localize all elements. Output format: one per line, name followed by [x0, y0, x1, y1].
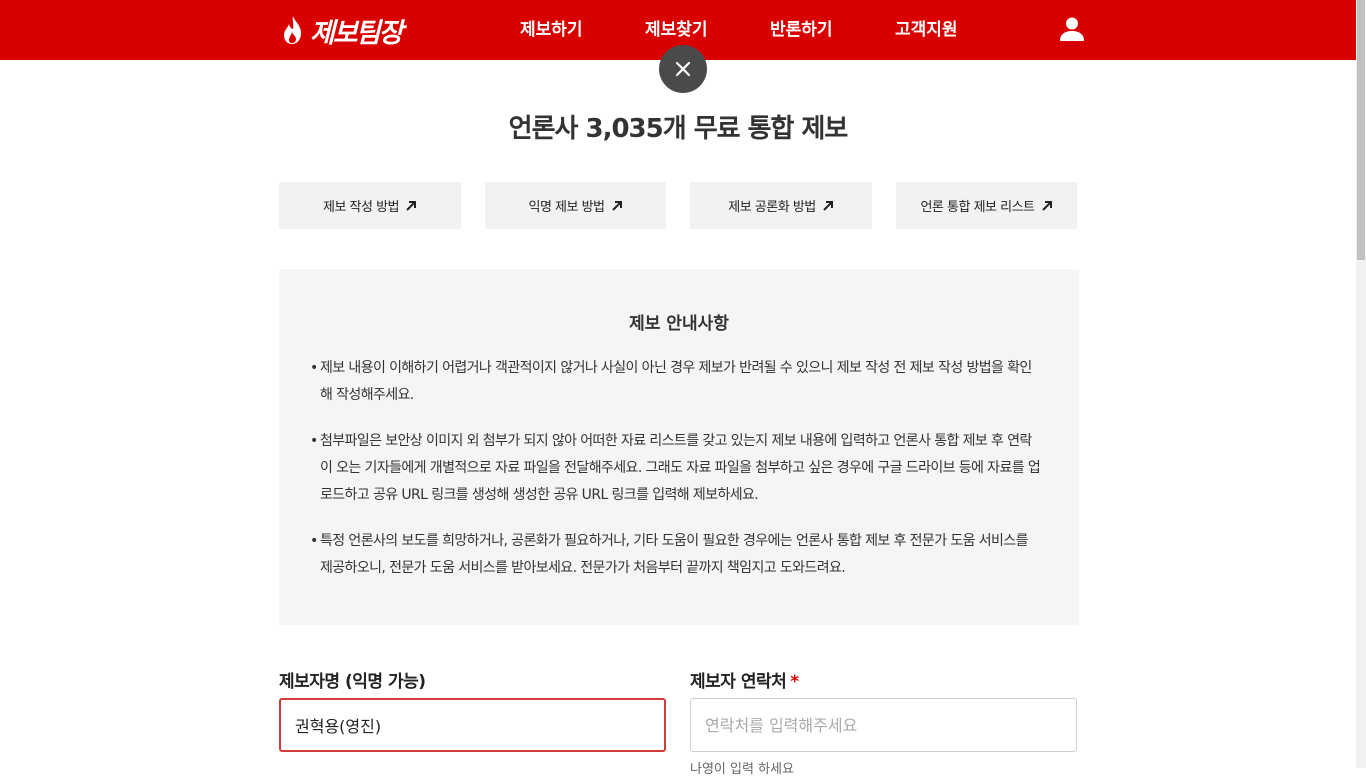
nav-submit-tip[interactable]: 제보하기	[520, 18, 583, 42]
guide-button-media-list[interactable]: 언론 통합 제보 리스트	[896, 182, 1077, 229]
arrow-up-right-icon	[823, 200, 833, 211]
close-icon	[675, 61, 691, 77]
reporter-name-input[interactable]	[279, 698, 666, 752]
guide-button-publicize[interactable]: 제보 공론화 방법	[690, 182, 872, 229]
arrow-up-right-icon	[611, 200, 622, 211]
reporter-contact-input[interactable]	[690, 698, 1077, 752]
required-mark: *	[790, 672, 799, 692]
site-logo[interactable]: 제보팀장	[280, 12, 403, 49]
user-icon[interactable]	[1059, 16, 1085, 42]
flame-icon	[284, 16, 301, 44]
vertical-scrollbar[interactable]	[1356, 0, 1366, 768]
notice-item: 특정 언론사의 보도를 희망하거나, 공론화가 필요하거나, 기타 도움이 필요…	[310, 528, 1041, 582]
notice-box: 제보 안내사항 제보 내용이 이해하기 어렵거나 객관적이지 않거나 사실이 아…	[279, 269, 1079, 625]
guide-button-label: 익명 제보 방법	[528, 200, 605, 215]
guide-button-label: 언론 통합 제보 리스트	[920, 200, 1035, 215]
guide-button-label: 제보 작성 방법	[322, 200, 400, 215]
scrollbar-thumb[interactable]	[1357, 0, 1365, 260]
nav-support[interactable]: 고객지원	[895, 18, 958, 42]
nav-rebuttal[interactable]: 반론하기	[770, 18, 833, 42]
nav-find-tip[interactable]: 제보찾기	[645, 18, 708, 42]
guide-button-writing[interactable]: 제보 작성 방법	[279, 182, 461, 229]
notice-item: 제보 내용이 이해하기 어렵거나 객관적이지 않거나 사실이 아닌 경우 제보가…	[310, 355, 1041, 409]
reporter-contact-label: 제보자 연락처 *	[690, 667, 799, 692]
close-button[interactable]	[659, 45, 707, 93]
arrow-up-right-icon	[406, 200, 417, 211]
logo-text: 제보팀장	[310, 17, 403, 49]
reporter-name-label: 제보자명 (익명 가능)	[279, 672, 426, 692]
page-title: 언론사 3,035개 무료 통합 제보	[508, 114, 849, 144]
notice-list: 제보 내용이 이해하기 어렵거나 객관적이지 않거나 사실이 아닌 경우 제보가…	[310, 355, 1041, 601]
notice-title: 제보 안내사항	[629, 314, 729, 334]
guide-button-label: 제보 공론화 방법	[728, 200, 816, 215]
guide-button-anonymous[interactable]: 익명 제보 방법	[485, 182, 666, 229]
arrow-up-right-icon	[1041, 200, 1052, 211]
contact-label-text: 제보자 연락처	[690, 672, 787, 692]
notice-item: 첨부파일은 보안상 이미지 외 첨부가 되지 않아 어떠한 자료 리스트를 갖고…	[310, 428, 1041, 509]
